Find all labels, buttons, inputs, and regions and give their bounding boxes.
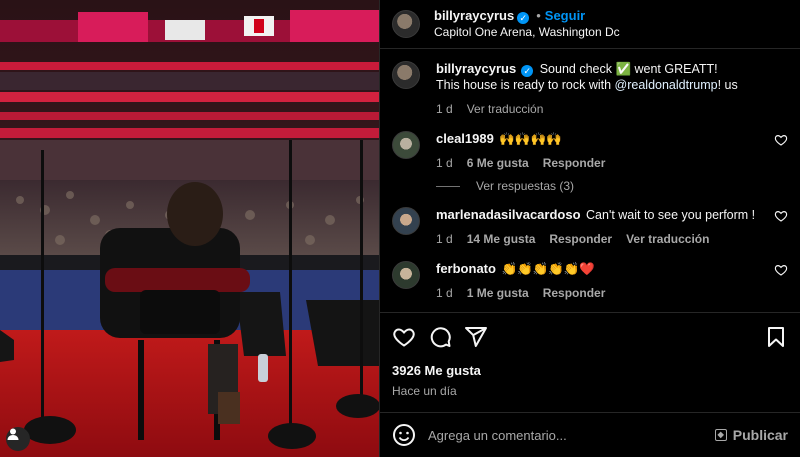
caption-username[interactable]: billyraycyrus [436, 61, 516, 76]
comment-reply-button[interactable]: Responder [543, 155, 606, 171]
publish-label: Publicar [732, 427, 788, 443]
verified-badge-icon: ✓ [517, 12, 530, 24]
author-username[interactable]: billyraycyrus [434, 8, 514, 23]
likes-count[interactable]: 3926 Me gusta [392, 363, 788, 378]
commenter-username[interactable]: cleal1989 [436, 131, 494, 146]
view-replies-label: Ver respuestas (3) [476, 179, 575, 193]
separator-dot: • [536, 8, 541, 23]
post-location[interactable]: Capitol One Arena, Washington Dc [434, 24, 620, 40]
author-avatar-caption[interactable] [392, 61, 420, 89]
caption-text-2: This house is ready to rock with [436, 78, 615, 92]
heart-icon[interactable] [392, 325, 416, 349]
follow-button[interactable]: Seguir [545, 8, 585, 23]
bookmark-icon[interactable] [764, 325, 788, 349]
comment-likes[interactable]: 1 Me gusta [467, 285, 529, 301]
caption-text-3: ! us [717, 78, 738, 92]
commenter-username[interactable]: ferbonato [436, 261, 496, 276]
share-icon[interactable] [464, 325, 488, 349]
verified-badge-icon: ✓ [521, 65, 534, 77]
commenter-username[interactable]: marlenadasilvacardoso [436, 207, 581, 222]
comment-time[interactable]: 1 d [436, 285, 453, 301]
post-photo[interactable] [0, 0, 379, 457]
comment-item: marlenadasilvacardoso Can't wait to see … [392, 207, 788, 247]
post-time[interactable]: Hace un día [392, 384, 788, 398]
comment-time[interactable]: 1 d [436, 231, 453, 247]
post-header: billyraycyrus ✓ • Seguir Capitol One Arena,… [380, 0, 800, 49]
comment-icon[interactable] [428, 325, 452, 349]
commenter-avatar[interactable] [392, 261, 420, 289]
post-details-panel: billyraycyrus ✓ • Seguir Capitol One Arena,… [379, 0, 800, 457]
comment-translate-link[interactable]: Ver traducción [626, 231, 709, 247]
comment-like-heart-icon[interactable] [774, 263, 788, 277]
author-avatar[interactable] [392, 10, 420, 38]
caption-text-1: Sound check ✅ went GREATT! [539, 62, 718, 76]
comment-time[interactable]: 1 d [436, 155, 453, 171]
comments-section: billyraycyrus ✓ Sound check ✅ went GREATT… [380, 49, 800, 312]
comment-likes[interactable]: 14 Me gusta [467, 231, 536, 247]
replies-divider [436, 185, 460, 187]
caption-mention[interactable]: @realdonaldtrump [615, 78, 718, 92]
commenter-avatar[interactable] [392, 131, 420, 159]
comment-likes[interactable]: 6 Me gusta [467, 155, 529, 171]
user-tag-icon[interactable] [6, 427, 30, 451]
add-comment-bar: ◆ Publicar [380, 412, 800, 457]
publish-button[interactable]: ◆ Publicar [714, 427, 788, 443]
comment-text: Can't wait to see you perform ! [586, 208, 756, 222]
comment-like-heart-icon[interactable] [774, 133, 788, 147]
comment-item: cleal1989 🙌🙌🙌🙌 1 d 6 Me gusta Responder [392, 131, 788, 171]
emoji-icon[interactable] [392, 423, 416, 447]
comment-item: ferbonato 👏👏👏👏👏❤️ 1 d 1 Me gusta Respond… [392, 261, 788, 301]
view-replies-button[interactable]: Ver respuestas (3) [436, 179, 788, 193]
comment-reply-button[interactable]: Responder [549, 231, 612, 247]
arena-photo [0, 0, 379, 457]
caption-translate-link[interactable]: Ver traducción [467, 101, 544, 117]
comment-like-heart-icon[interactable] [774, 209, 788, 223]
comment-text: 👏👏👏👏👏❤️ [501, 262, 595, 276]
comment-reply-button[interactable]: Responder [543, 285, 606, 301]
caption: billyraycyrus ✓ Sound check ✅ went GREATT… [392, 61, 788, 117]
comment-input[interactable] [428, 427, 715, 443]
caption-time[interactable]: 1 d [436, 101, 453, 117]
publish-icon: ◆ [714, 429, 727, 441]
comment-text: 🙌🙌🙌🙌 [499, 132, 562, 146]
commenter-avatar[interactable] [392, 207, 420, 235]
post-actions: 3926 Me gusta Hace un día [380, 312, 800, 404]
